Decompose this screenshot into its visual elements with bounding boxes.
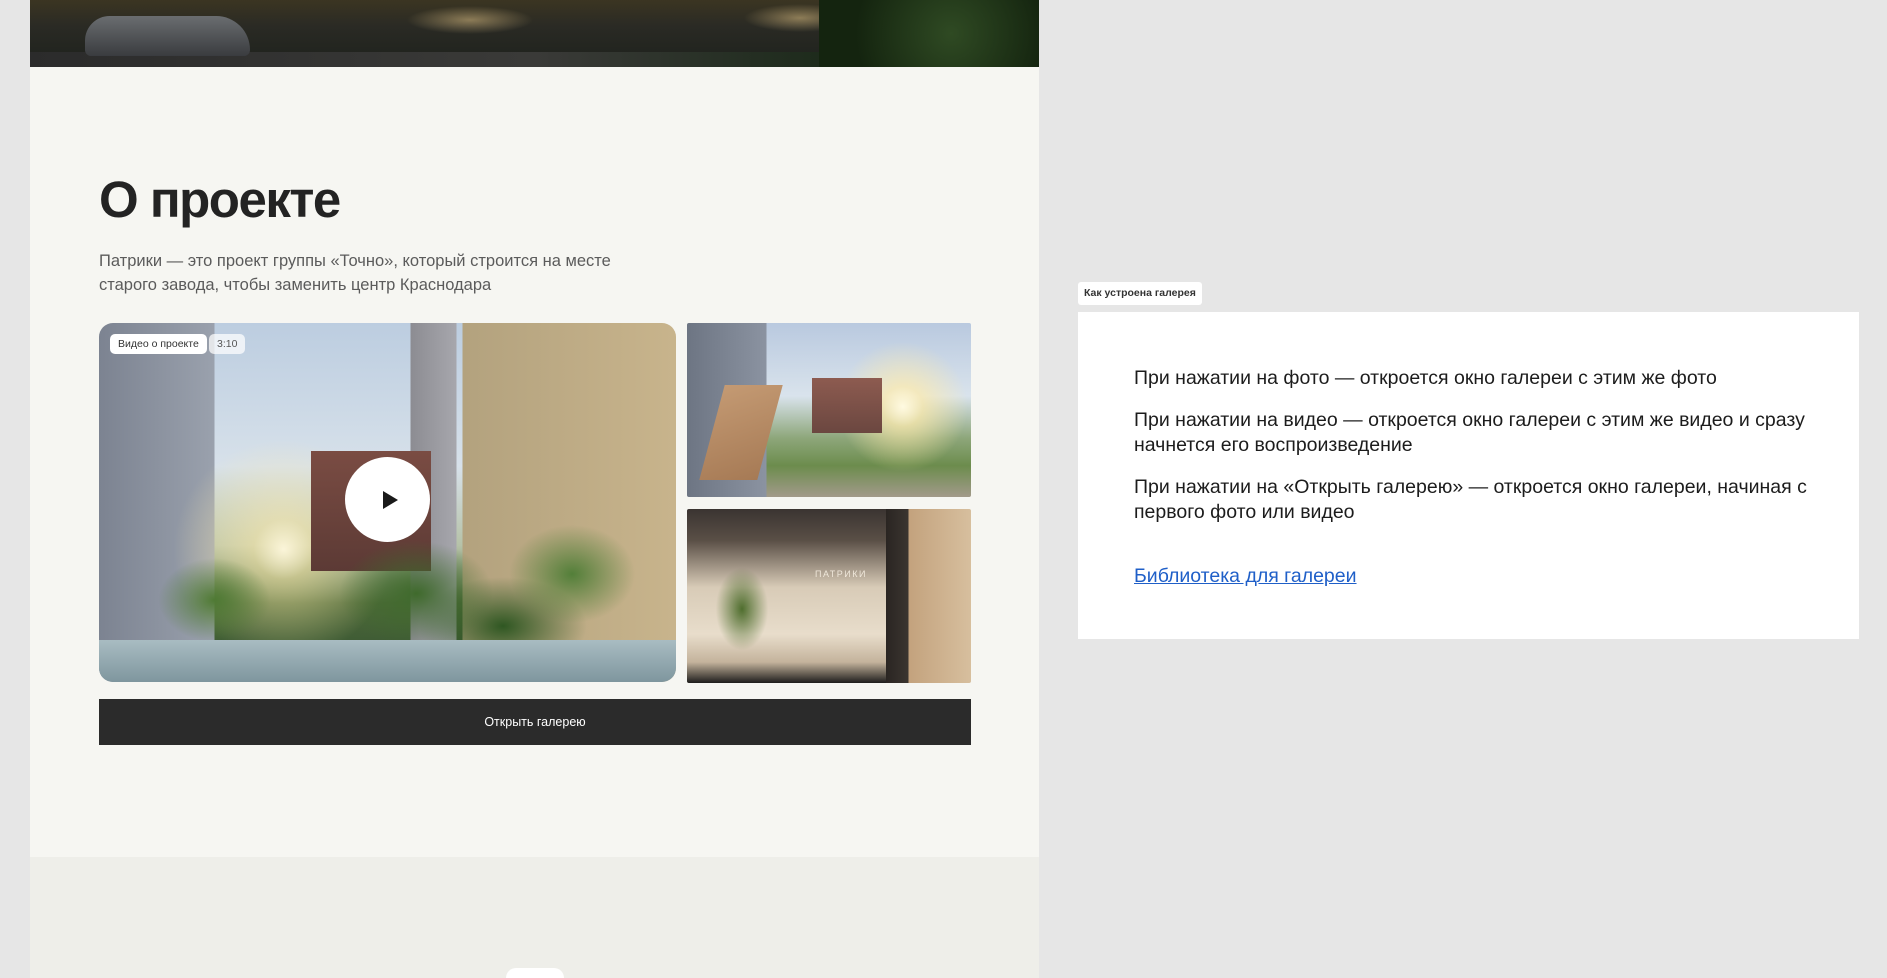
- project-artboard: О проекте Патрики — это проект группы «Т…: [30, 0, 1039, 978]
- annotation-card: При нажатии на фото — откроется окно гал…: [1078, 312, 1859, 639]
- project-video[interactable]: Видео о проекте 3:10: [99, 323, 676, 682]
- video-water: [99, 640, 676, 682]
- photo-playground-slide: [699, 385, 783, 480]
- photo-plant: [707, 554, 777, 664]
- annotation-line: При нажатии на «Открыть галерею» — откро…: [1134, 476, 1807, 523]
- playground-photo[interactable]: [687, 323, 971, 497]
- video-title-badge: Видео о проекте: [110, 334, 207, 354]
- lobby-photo[interactable]: ПАТРИКИ: [687, 509, 971, 683]
- photo-building: [812, 378, 882, 433]
- annotation-line: При нажатии на видео — откроется окно га…: [1134, 409, 1805, 456]
- hero-car: [85, 16, 250, 56]
- lobby-sign: ПАТРИКИ: [815, 569, 867, 579]
- next-section-pill: [506, 968, 564, 978]
- open-gallery-button[interactable]: Открыть галерею: [99, 699, 971, 745]
- section-title: О проекте: [99, 171, 341, 228]
- play-button[interactable]: [345, 457, 430, 542]
- gallery-library-link[interactable]: Библиотека для галереи: [1134, 565, 1357, 588]
- hero-trees: [819, 0, 1039, 67]
- hero-image-strip: [30, 0, 1039, 67]
- section-description: Патрики — это проект группы «Точно», кот…: [99, 252, 611, 294]
- play-icon: [383, 490, 398, 509]
- annotation-tag: Как устроена галерея: [1078, 282, 1202, 305]
- annotation-line: При нажатии на фото — откроется окно гал…: [1134, 367, 1717, 389]
- annotation-lines: При нажатии на фото — откроется окно гал…: [1134, 366, 1824, 542]
- next-section: [30, 857, 1039, 978]
- video-duration-badge: 3:10: [209, 334, 246, 354]
